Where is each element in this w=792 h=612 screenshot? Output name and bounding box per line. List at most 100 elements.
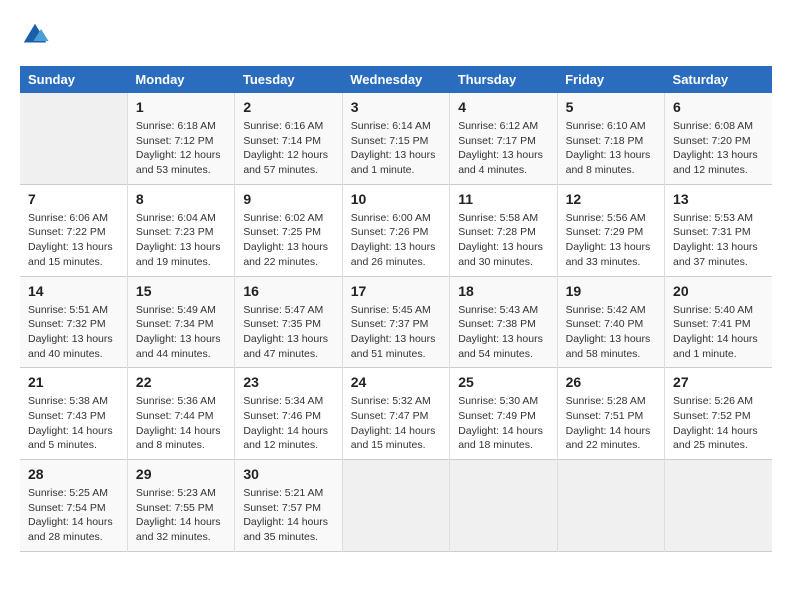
- day-info: Sunrise: 5:38 AMSunset: 7:43 PMDaylight:…: [28, 394, 119, 453]
- day-cell: [450, 460, 557, 552]
- day-number: 15: [136, 283, 226, 299]
- day-cell: 3 Sunrise: 6:14 AMSunset: 7:15 PMDaylight…: [342, 93, 449, 184]
- day-info: Sunrise: 5:26 AMSunset: 7:52 PMDaylight:…: [673, 394, 764, 453]
- day-info: Sunrise: 5:51 AMSunset: 7:32 PMDaylight:…: [28, 303, 119, 362]
- day-cell: 26 Sunrise: 5:28 AMSunset: 7:51 PMDayligh…: [557, 368, 664, 460]
- day-cell: 7 Sunrise: 6:06 AMSunset: 7:22 PMDaylight…: [20, 184, 127, 276]
- day-number: 14: [28, 283, 119, 299]
- day-info: Sunrise: 5:42 AMSunset: 7:40 PMDaylight:…: [566, 303, 656, 362]
- logo: [20, 20, 54, 50]
- day-number: 28: [28, 466, 119, 482]
- day-cell: 24 Sunrise: 5:32 AMSunset: 7:47 PMDayligh…: [342, 368, 449, 460]
- day-info: Sunrise: 5:56 AMSunset: 7:29 PMDaylight:…: [566, 211, 656, 270]
- day-number: 4: [458, 99, 548, 115]
- day-number: 26: [566, 374, 656, 390]
- day-number: 16: [243, 283, 333, 299]
- day-info: Sunrise: 6:16 AMSunset: 7:14 PMDaylight:…: [243, 119, 333, 178]
- day-cell: 5Sunrise: 6:10 AMSunset: 7:18 PMDaylight…: [557, 93, 664, 184]
- day-info: Sunrise: 6:06 AMSunset: 7:22 PMDaylight:…: [28, 211, 119, 270]
- day-info: Sunrise: 5:53 AMSunset: 7:31 PMDaylight:…: [673, 211, 764, 270]
- day-info: Sunrise: 5:23 AMSunset: 7:55 PMDaylight:…: [136, 486, 226, 545]
- day-number: 1: [136, 99, 226, 115]
- day-info: Sunrise: 6:00 AMSunset: 7:26 PMDaylight:…: [351, 211, 441, 270]
- day-info: Sunrise: 6:12 AMSunset: 7:17 PMDaylight:…: [458, 119, 548, 178]
- day-number: 8: [136, 191, 226, 207]
- day-cell: 27 Sunrise: 5:26 AMSunset: 7:52 PMDayligh…: [665, 368, 772, 460]
- day-number: 2: [243, 99, 333, 115]
- day-info: Sunrise: 6:02 AMSunset: 7:25 PMDaylight:…: [243, 211, 333, 270]
- day-info: Sunrise: 5:21 AMSunset: 7:57 PMDaylight:…: [243, 486, 333, 545]
- day-cell: 6 Sunrise: 6:08 AMSunset: 7:20 PMDaylight…: [665, 93, 772, 184]
- day-cell: 17 Sunrise: 5:45 AMSunset: 7:37 PMDayligh…: [342, 276, 449, 368]
- column-header-tuesday: Tuesday: [235, 66, 342, 93]
- day-info: Sunrise: 6:18 AMSunset: 7:12 PMDaylight:…: [136, 119, 226, 178]
- day-number: 13: [673, 191, 764, 207]
- day-info: Sunrise: 5:45 AMSunset: 7:37 PMDaylight:…: [351, 303, 441, 362]
- day-info: Sunrise: 6:14 AMSunset: 7:15 PMDaylight:…: [351, 119, 441, 178]
- day-cell: 13 Sunrise: 5:53 AMSunset: 7:31 PMDayligh…: [665, 184, 772, 276]
- day-number: 24: [351, 374, 441, 390]
- day-cell: 15 Sunrise: 5:49 AMSunset: 7:34 PMDayligh…: [127, 276, 234, 368]
- day-cell: 11 Sunrise: 5:58 AMSunset: 7:28 PMDayligh…: [450, 184, 557, 276]
- column-header-wednesday: Wednesday: [342, 66, 449, 93]
- day-number: 27: [673, 374, 764, 390]
- day-info: Sunrise: 5:43 AMSunset: 7:38 PMDaylight:…: [458, 303, 548, 362]
- week-row-1: 1 Sunrise: 6:18 AMSunset: 7:12 PMDaylight…: [20, 93, 772, 184]
- day-cell: [342, 460, 449, 552]
- day-number: 30: [243, 466, 333, 482]
- day-cell: 18 Sunrise: 5:43 AMSunset: 7:38 PMDayligh…: [450, 276, 557, 368]
- week-row-5: 28 Sunrise: 5:25 AMSunset: 7:54 PMDayligh…: [20, 460, 772, 552]
- column-header-saturday: Saturday: [665, 66, 772, 93]
- header-row: SundayMondayTuesdayWednesdayThursdayFrid…: [20, 66, 772, 93]
- day-number: 10: [351, 191, 441, 207]
- column-header-sunday: Sunday: [20, 66, 127, 93]
- day-info: Sunrise: 5:47 AMSunset: 7:35 PMDaylight:…: [243, 303, 333, 362]
- day-number: 19: [566, 283, 656, 299]
- day-info: Sunrise: 5:40 AMSunset: 7:41 PMDaylight:…: [673, 303, 764, 362]
- day-cell: [557, 460, 664, 552]
- day-info: Sunrise: 5:25 AMSunset: 7:54 PMDaylight:…: [28, 486, 119, 545]
- day-number: 22: [136, 374, 226, 390]
- day-cell: [665, 460, 772, 552]
- day-number: 11: [458, 191, 548, 207]
- day-info: Sunrise: 5:49 AMSunset: 7:34 PMDaylight:…: [136, 303, 226, 362]
- day-info: Sunrise: 6:08 AMSunset: 7:20 PMDaylight:…: [673, 119, 764, 178]
- day-info: Sunrise: 5:58 AMSunset: 7:28 PMDaylight:…: [458, 211, 548, 270]
- day-number: 12: [566, 191, 656, 207]
- calendar-table: SundayMondayTuesdayWednesdayThursdayFrid…: [20, 66, 772, 552]
- day-cell: 29Sunrise: 5:23 AMSunset: 7:55 PMDayligh…: [127, 460, 234, 552]
- day-info: Sunrise: 5:32 AMSunset: 7:47 PMDaylight:…: [351, 394, 441, 453]
- day-cell: 22 Sunrise: 5:36 AMSunset: 7:44 PMDayligh…: [127, 368, 234, 460]
- day-cell: 14 Sunrise: 5:51 AMSunset: 7:32 PMDayligh…: [20, 276, 127, 368]
- day-number: 6: [673, 99, 764, 115]
- column-header-friday: Friday: [557, 66, 664, 93]
- column-header-thursday: Thursday: [450, 66, 557, 93]
- day-cell: 19 Sunrise: 5:42 AMSunset: 7:40 PMDayligh…: [557, 276, 664, 368]
- day-cell: 4 Sunrise: 6:12 AMSunset: 7:17 PMDaylight…: [450, 93, 557, 184]
- day-cell: 28 Sunrise: 5:25 AMSunset: 7:54 PMDayligh…: [20, 460, 127, 552]
- calendar-body: 1 Sunrise: 6:18 AMSunset: 7:12 PMDaylight…: [20, 93, 772, 551]
- day-cell: 9 Sunrise: 6:02 AMSunset: 7:25 PMDaylight…: [235, 184, 342, 276]
- day-cell: 12 Sunrise: 5:56 AMSunset: 7:29 PMDayligh…: [557, 184, 664, 276]
- day-cell: 1 Sunrise: 6:18 AMSunset: 7:12 PMDaylight…: [127, 93, 234, 184]
- day-cell: 20Sunrise: 5:40 AMSunset: 7:41 PMDayligh…: [665, 276, 772, 368]
- week-row-2: 7 Sunrise: 6:06 AMSunset: 7:22 PMDaylight…: [20, 184, 772, 276]
- day-info: Sunrise: 6:10 AMSunset: 7:18 PMDaylight:…: [566, 119, 656, 178]
- day-info: Sunrise: 5:30 AMSunset: 7:49 PMDaylight:…: [458, 394, 548, 453]
- day-number: 18: [458, 283, 548, 299]
- day-info: Sunrise: 6:04 AMSunset: 7:23 PMDaylight:…: [136, 211, 226, 270]
- day-number: 17: [351, 283, 441, 299]
- day-info: Sunrise: 5:28 AMSunset: 7:51 PMDaylight:…: [566, 394, 656, 453]
- day-number: 7: [28, 191, 119, 207]
- day-cell: 30 Sunrise: 5:21 AMSunset: 7:57 PMDayligh…: [235, 460, 342, 552]
- day-info: Sunrise: 5:34 AMSunset: 7:46 PMDaylight:…: [243, 394, 333, 453]
- day-number: 25: [458, 374, 548, 390]
- column-header-monday: Monday: [127, 66, 234, 93]
- day-cell: 16 Sunrise: 5:47 AMSunset: 7:35 PMDayligh…: [235, 276, 342, 368]
- week-row-4: 21 Sunrise: 5:38 AMSunset: 7:43 PMDayligh…: [20, 368, 772, 460]
- day-number: 21: [28, 374, 119, 390]
- day-number: 3: [351, 99, 441, 115]
- day-info: Sunrise: 5:36 AMSunset: 7:44 PMDaylight:…: [136, 394, 226, 453]
- day-number: 9: [243, 191, 333, 207]
- page-header: [20, 20, 772, 50]
